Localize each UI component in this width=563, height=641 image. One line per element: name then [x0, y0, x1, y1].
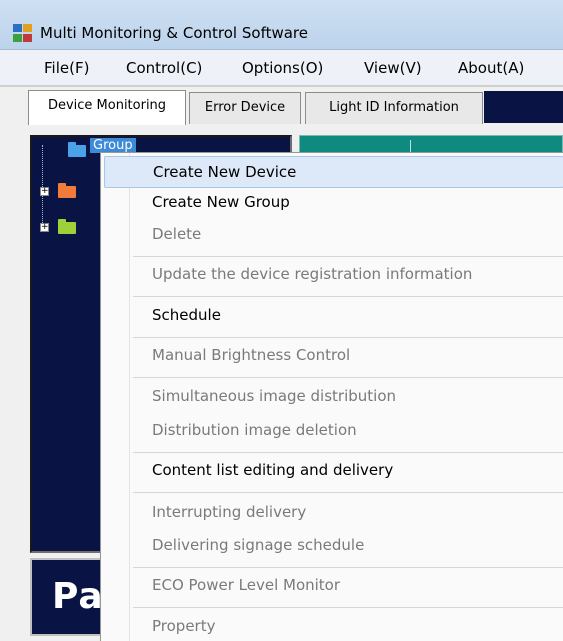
app-icon — [13, 24, 32, 42]
window-title: Multi Monitoring & Control Software — [40, 24, 308, 42]
menu-file[interactable]: File(F) — [44, 59, 89, 77]
menu-separator — [133, 337, 563, 338]
menu-options[interactable]: Options(O) — [242, 59, 323, 77]
menu-item-create-new-group[interactable]: Create New Group — [104, 187, 563, 219]
menu-separator — [133, 377, 563, 378]
menu-item-property[interactable]: Property — [104, 611, 563, 641]
menu-control[interactable]: Control(C) — [126, 59, 202, 77]
tab-error-device[interactable]: Error Device — [189, 92, 301, 124]
menu-item-label: Create New Device — [153, 163, 297, 181]
menu-item-signage-schedule[interactable]: Delivering signage schedule — [104, 530, 563, 562]
menu-item-label: ECO Power Level Monitor — [152, 576, 341, 594]
expand-icon[interactable]: + — [40, 187, 49, 196]
folder-icon — [68, 142, 86, 157]
menu-item-content-list-editing[interactable]: Content list editing and delivery — [104, 455, 563, 487]
tree-node-label: Group — [90, 138, 136, 153]
menu-item-label: Update the device registration informati… — [152, 265, 473, 283]
menu-item-distribution-deletion[interactable]: Distribution image deletion — [104, 415, 563, 447]
tab-light-id-information[interactable]: Light ID Information — [305, 92, 483, 124]
menu-separator — [133, 296, 563, 297]
menu-item-label: Create New Group — [152, 193, 290, 211]
tree-node-collapsed[interactable]: + — [40, 183, 80, 203]
menu-separator — [133, 607, 563, 608]
menu-separator — [133, 256, 563, 257]
tab-device-monitoring[interactable]: Device Monitoring — [28, 90, 186, 125]
menu-bar: File(F) Control(C) Options(O) View(V) Ab… — [0, 50, 563, 86]
menu-item-simultaneous-distribution[interactable]: Simultaneous image distribution — [104, 381, 563, 413]
menu-item-schedule[interactable]: Schedule — [104, 300, 563, 332]
menu-item-label: Content list editing and delivery — [152, 461, 394, 479]
menu-about[interactable]: About(A) — [458, 59, 524, 77]
tab-label: Error Device — [204, 100, 286, 115]
context-menu: Create New Device Create New Group Delet… — [100, 152, 563, 641]
menu-item-delete[interactable]: Delete — [104, 219, 563, 251]
menu-item-label: Delete — [152, 225, 202, 243]
menu-view[interactable]: View(V) — [364, 59, 422, 77]
folder-icon — [58, 183, 76, 198]
folder-icon — [58, 219, 76, 234]
menu-item-interrupting-delivery[interactable]: Interrupting delivery — [104, 497, 563, 529]
tree-node-collapsed[interactable]: + — [40, 219, 80, 239]
menu-item-label: Distribution image deletion — [152, 421, 357, 439]
tab-strip: Device Monitoring Error Device Light ID … — [0, 87, 563, 125]
menu-item-label: Delivering signage schedule — [152, 536, 365, 554]
logo: Pa — [52, 576, 104, 617]
menu-item-create-new-device[interactable]: Create New Device — [104, 156, 563, 188]
tab-label: Device Monitoring — [47, 98, 167, 113]
menu-item-update-registration[interactable]: Update the device registration informati… — [104, 259, 563, 291]
title-bar: Multi Monitoring & Control Software — [0, 0, 563, 50]
menu-item-label: Property — [152, 617, 216, 635]
menu-separator — [133, 492, 563, 493]
menu-item-eco-power-monitor[interactable]: ECO Power Level Monitor — [104, 570, 563, 602]
menu-item-label: Simultaneous image distribution — [152, 387, 397, 405]
menu-separator — [133, 567, 563, 568]
menu-item-manual-brightness[interactable]: Manual Brightness Control — [104, 340, 563, 372]
menu-item-label: Schedule — [152, 306, 221, 324]
tab-strip-fill — [484, 91, 563, 123]
menu-item-label: Interrupting delivery — [152, 503, 307, 521]
tab-label: Light ID Information — [329, 100, 459, 115]
expand-icon[interactable]: + — [40, 223, 49, 232]
menu-item-label: Manual Brightness Control — [152, 346, 351, 364]
menu-separator — [133, 452, 563, 453]
